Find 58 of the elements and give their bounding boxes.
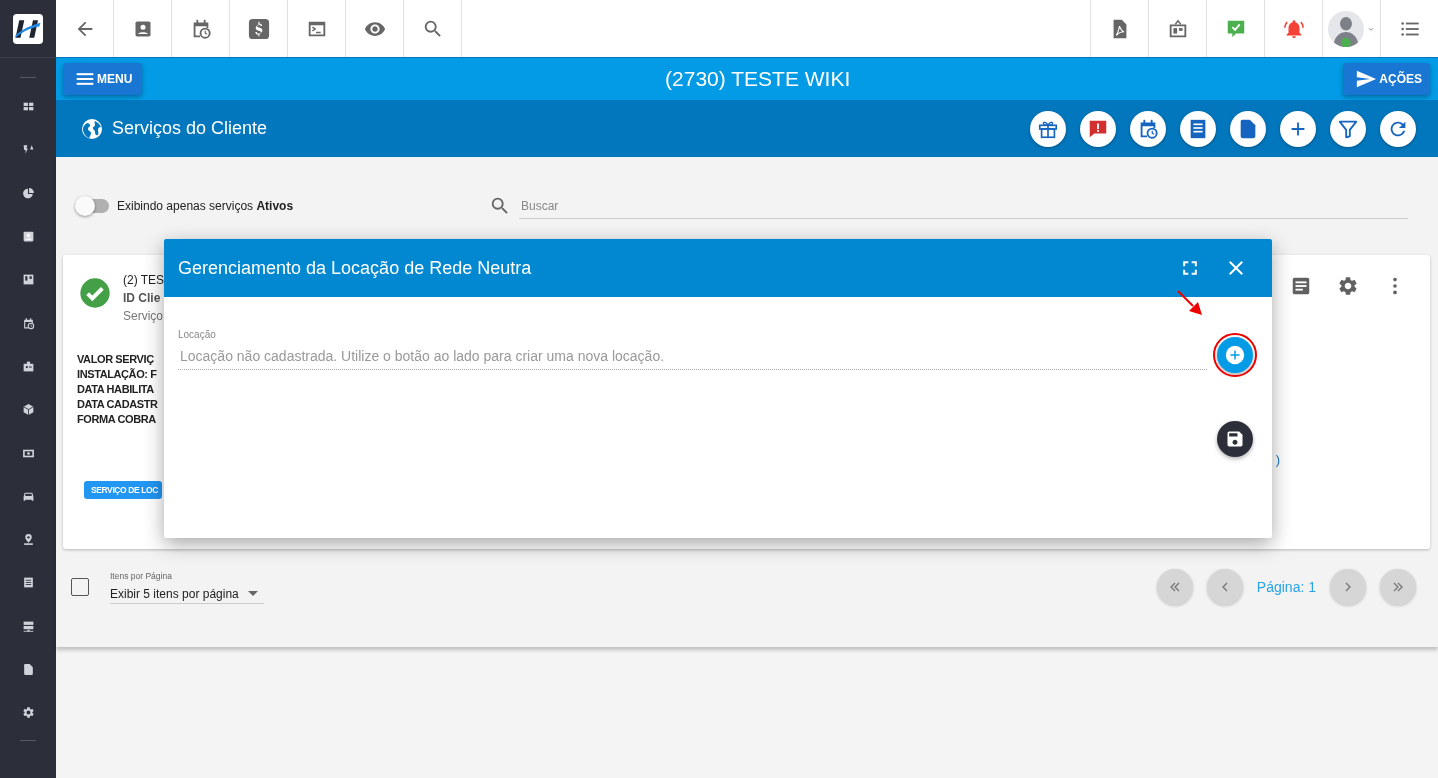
map-pin-icon[interactable] bbox=[21, 533, 35, 547]
menu-button[interactable]: MENU bbox=[63, 63, 142, 95]
send-icon bbox=[1355, 68, 1378, 90]
list-icon[interactable] bbox=[21, 576, 35, 590]
card-subtitle: Serviço bbox=[123, 309, 163, 323]
notes-icon[interactable] bbox=[1290, 275, 1312, 297]
dropdown-caret-icon bbox=[248, 591, 258, 596]
actions-button[interactable]: AÇÕES bbox=[1343, 63, 1430, 95]
page-title: (2730) TESTE WIKI bbox=[665, 67, 851, 91]
per-page-select[interactable]: Exibir 5 itens por página bbox=[110, 586, 264, 604]
refresh-button[interactable] bbox=[1380, 110, 1416, 147]
check-circle-icon bbox=[79, 277, 111, 309]
dialog-title: Gerenciamento da Locação de Rede Neutra bbox=[178, 257, 532, 279]
annotation-arrow bbox=[1177, 290, 1203, 316]
detail-text: INSTALAÇÃO: F bbox=[77, 368, 158, 380]
highlight-circle bbox=[1213, 333, 1257, 377]
fullscreen-icon bbox=[1180, 258, 1200, 278]
search-icon bbox=[489, 195, 511, 217]
gift-button[interactable] bbox=[1030, 110, 1066, 147]
logo-icon[interactable] bbox=[13, 13, 43, 44]
avatar-icon bbox=[1327, 10, 1364, 47]
calendar-clock-icon[interactable] bbox=[21, 316, 35, 330]
contact-card-icon[interactable] bbox=[21, 230, 35, 244]
section-title: Serviços do Cliente bbox=[112, 118, 268, 139]
detail-text: DATA CADASTR bbox=[77, 398, 159, 410]
detail-text: VALOR SERVIÇ bbox=[77, 353, 155, 365]
link-text[interactable]: ) bbox=[1275, 452, 1280, 467]
add-button[interactable] bbox=[1280, 110, 1316, 147]
plus-circle-icon bbox=[1224, 344, 1246, 366]
client-id: ID Clie bbox=[123, 291, 162, 305]
cube-icon[interactable] bbox=[21, 403, 35, 417]
bell-icon bbox=[1282, 17, 1305, 40]
search-field[interactable]: Buscar bbox=[519, 193, 1408, 219]
toggle-switch[interactable] bbox=[77, 199, 109, 213]
save-button[interactable] bbox=[1217, 421, 1253, 457]
toggle-label: Exibindo apenas serviços Ativos bbox=[117, 199, 294, 213]
server-icon[interactable] bbox=[21, 619, 35, 633]
document-button[interactable] bbox=[1230, 110, 1266, 147]
add-location-button[interactable] bbox=[1217, 337, 1253, 373]
receipt-button[interactable] bbox=[1180, 110, 1216, 147]
document-icon[interactable] bbox=[21, 663, 35, 676]
location-field[interactable]: Locação não cadastrada. Utilize o botão ao lado para criar uma nova locação. bbox=[178, 343, 1207, 370]
service-tag: SERVIÇO DE LOC bbox=[84, 480, 162, 499]
page-indicator: Página: 1 bbox=[1256, 579, 1316, 595]
alert-button[interactable] bbox=[1080, 110, 1116, 147]
pie-chart-icon[interactable] bbox=[21, 186, 35, 200]
detail-text: DATA HABILITA bbox=[77, 383, 155, 395]
settings-icon[interactable] bbox=[21, 706, 35, 720]
filter-button[interactable] bbox=[1330, 110, 1366, 147]
settings-icon[interactable] bbox=[1337, 275, 1359, 297]
field-label: Locação bbox=[178, 328, 217, 340]
card-title: (2) TES bbox=[123, 273, 163, 287]
calendar-clock-button[interactable] bbox=[1130, 110, 1166, 147]
field-label: Itens por Página bbox=[110, 570, 173, 581]
select-all-checkbox[interactable] bbox=[71, 578, 89, 596]
globe-icon bbox=[80, 116, 104, 141]
detail-text: FORMA COBRA bbox=[77, 413, 157, 425]
dollar-icon bbox=[247, 17, 270, 40]
